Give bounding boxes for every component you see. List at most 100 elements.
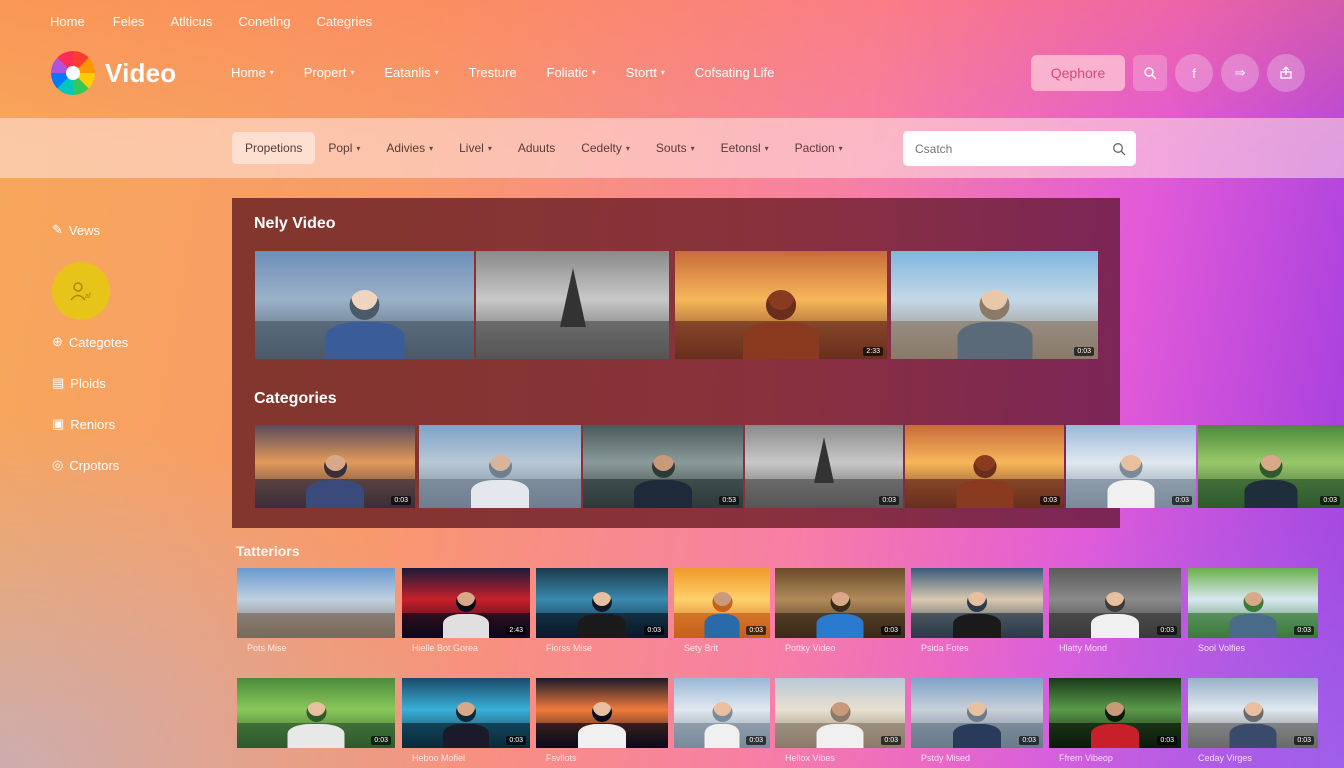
grid-video-thumbnail[interactable]: 0:03: [911, 678, 1043, 748]
grid-video-thumbnail[interactable]: 0:03: [536, 568, 668, 638]
video-title[interactable]: Pots Mise: [247, 643, 287, 653]
grid-video-thumbnail[interactable]: 0:03: [402, 678, 530, 748]
video-title[interactable]: Sool Volfies: [1198, 643, 1245, 653]
chevron-down-icon: ▾: [356, 143, 361, 153]
filter-chip[interactable]: Souts ▾: [643, 132, 708, 164]
person-body: [1229, 614, 1277, 638]
person-head: [712, 592, 732, 612]
filter-chip[interactable]: Paction ▾: [782, 132, 856, 164]
search-box[interactable]: [903, 131, 1136, 166]
filter-chip[interactable]: Aduuts: [505, 132, 568, 164]
person-head: [979, 290, 1010, 320]
facebook-icon: f: [1192, 65, 1196, 81]
category-thumbnail[interactable]: 0:03: [745, 425, 903, 508]
video-title[interactable]: Hellox Vibes: [785, 753, 835, 763]
grid-video-thumbnail[interactable]: 2:43: [402, 568, 530, 638]
main-nav-item[interactable]: Propert ▾: [304, 65, 355, 80]
search-button[interactable]: [1133, 55, 1167, 91]
category-thumbnail[interactable]: 0:53: [583, 425, 743, 508]
top-link[interactable]: Home: [50, 14, 85, 29]
tower-shape: [814, 437, 834, 483]
video-thumbnail[interactable]: 0:03: [891, 251, 1098, 359]
video-title[interactable]: Fsvllots: [546, 753, 577, 763]
person-body: [578, 614, 626, 638]
top-link[interactable]: Conetlng: [238, 14, 290, 29]
category-thumbnail[interactable]: 0:03: [1198, 425, 1344, 508]
person-head: [592, 702, 612, 722]
grid-video-thumbnail[interactable]: 0:03: [674, 678, 770, 748]
person-head: [973, 455, 996, 478]
brand-logo[interactable]: Video: [51, 51, 176, 95]
upload-button[interactable]: [1267, 54, 1305, 92]
video-title[interactable]: Pottky Video: [785, 643, 835, 653]
sidebar-item-categories[interactable]: ⊕ Categotes: [52, 332, 128, 352]
list-icon: ▤: [52, 375, 65, 390]
main-nav-item[interactable]: Cofsating Life: [695, 65, 775, 80]
category-thumbnail[interactable]: 0:03: [255, 425, 415, 508]
video-title[interactable]: Ffrem Vibeop: [1059, 753, 1113, 763]
category-thumbnail[interactable]: 0:03: [905, 425, 1064, 508]
avatar[interactable]: af: [52, 262, 110, 320]
sidebar-item-playlists[interactable]: ▤ Ploids: [52, 373, 128, 393]
video-title[interactable]: Psida Fotes: [921, 643, 969, 653]
top-link[interactable]: Categries: [316, 14, 372, 29]
person-head: [349, 290, 380, 320]
video-thumbnail[interactable]: 2:33: [675, 251, 887, 359]
grid-video-thumbnail[interactable]: 0:03: [775, 568, 905, 638]
grid-video-thumbnail[interactable]: 0:03: [1188, 678, 1318, 748]
person-head: [967, 702, 987, 722]
share-button[interactable]: ⇒: [1221, 54, 1259, 92]
sidebar-item-creators[interactable]: ◎ Crpotors: [52, 455, 128, 475]
filter-chip[interactable]: Adivies ▾: [373, 132, 446, 164]
person-figure: [306, 455, 364, 508]
person-head: [306, 702, 326, 722]
person-body: [816, 614, 864, 638]
video-title[interactable]: Heboo Mofiel: [412, 753, 465, 763]
facebook-button[interactable]: f: [1175, 54, 1213, 92]
category-thumbnail[interactable]: 0:03: [1066, 425, 1196, 508]
video-title[interactable]: Hlatty Mond: [1059, 643, 1107, 653]
video-thumbnail[interactable]: [476, 251, 669, 359]
duration-badge: 0:03: [746, 736, 766, 745]
filter-chip[interactable]: Livel ▾: [446, 132, 505, 164]
video-title[interactable]: Sety Brit: [684, 643, 718, 653]
video-thumbnail[interactable]: [255, 251, 474, 359]
filter-chip[interactable]: Propetions: [232, 132, 316, 164]
main-nav-item[interactable]: Eatanlis ▾: [384, 65, 438, 80]
filter-chip[interactable]: Eetonsl ▾: [708, 132, 782, 164]
top-link[interactable]: Feles: [113, 14, 145, 29]
main-nav-item[interactable]: Tresture: [469, 65, 517, 80]
grid-video-thumbnail[interactable]: [237, 568, 395, 638]
grid-video-thumbnail[interactable]: 0:03: [237, 678, 395, 748]
video-title[interactable]: Ceday Virges: [1198, 753, 1252, 763]
grid-video-thumbnail[interactable]: 0:03: [1188, 568, 1318, 638]
grid-video-thumbnail[interactable]: [911, 568, 1043, 638]
filter-label: Cedelty: [581, 141, 622, 155]
category-thumbnail[interactable]: [419, 425, 581, 508]
filter-chip[interactable]: Cedelty ▾: [568, 132, 643, 164]
person-figure: [1091, 592, 1139, 638]
person-body: [743, 322, 819, 359]
video-title[interactable]: Hielle Bot Gorea: [412, 643, 478, 653]
search-input[interactable]: [915, 141, 1102, 156]
grid-video-thumbnail[interactable]: 0:03: [1049, 678, 1181, 748]
sidebar-item-reniors[interactable]: ▣ Reniors: [52, 414, 128, 434]
cta-button[interactable]: Qephore: [1031, 55, 1125, 91]
person-figure: [1229, 592, 1277, 638]
filter-chip[interactable]: Popl ▾: [315, 132, 373, 164]
grid-video-thumbnail[interactable]: [536, 678, 668, 748]
sidebar-item-label: Crpotors: [69, 457, 120, 473]
grid-video-thumbnail[interactable]: 0:03: [775, 678, 905, 748]
search-icon[interactable]: [1102, 142, 1136, 156]
main-nav-item[interactable]: Foliatic ▾: [547, 65, 596, 80]
video-title[interactable]: Fiorss Mise: [546, 643, 592, 653]
person-head: [1105, 592, 1125, 612]
video-title[interactable]: Pstdy Mised: [921, 753, 970, 763]
main-nav-item[interactable]: Stortt ▾: [626, 65, 665, 80]
person-head: [1105, 702, 1125, 722]
grid-video-thumbnail[interactable]: 0:03: [1049, 568, 1181, 638]
sidebar-item-views[interactable]: ✎ Vews: [52, 220, 128, 240]
grid-video-thumbnail[interactable]: 0:03: [674, 568, 770, 638]
top-link[interactable]: Atlticus: [170, 14, 212, 29]
main-nav-item[interactable]: Home ▾: [231, 65, 274, 80]
